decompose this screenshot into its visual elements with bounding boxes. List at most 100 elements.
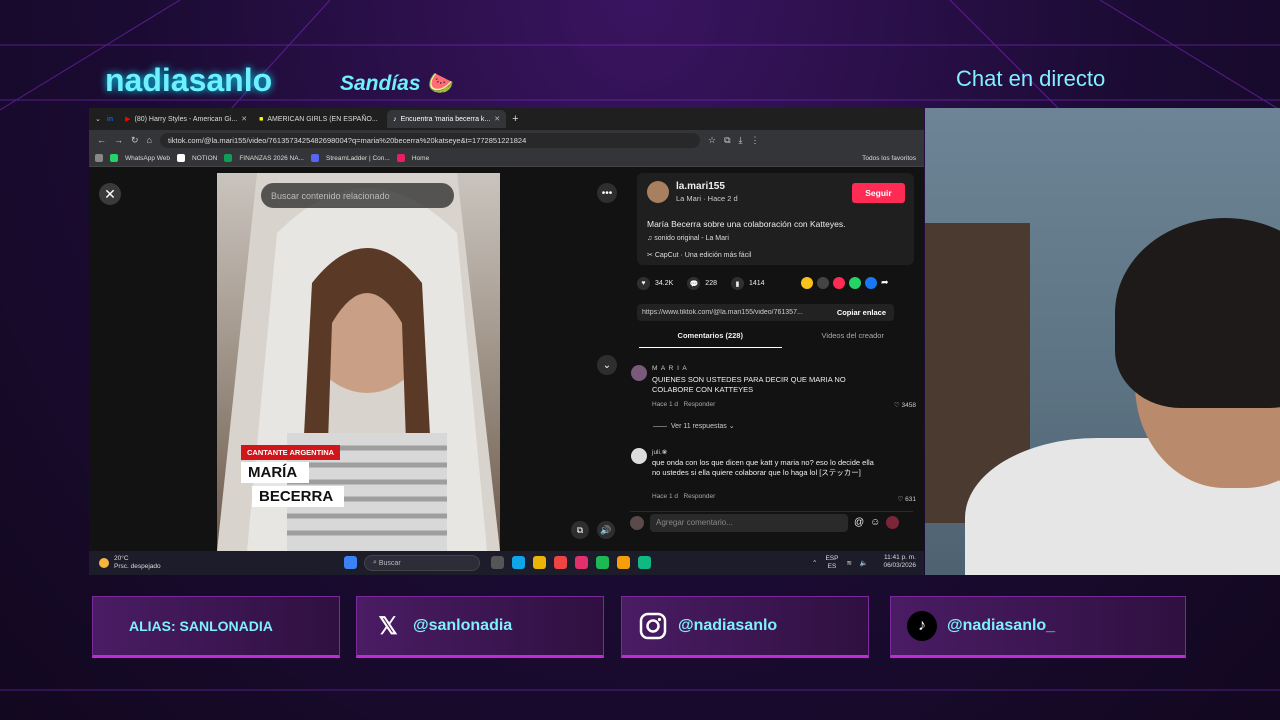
emoji-icon[interactable]: ☺ [870, 517, 880, 528]
whatsapp-icon [110, 154, 118, 162]
sound-link[interactable]: ♫ sonido original - La Mari [647, 235, 729, 242]
chevron-down-icon: ⌄ [728, 423, 735, 430]
reply-button[interactable]: Responder [683, 401, 715, 408]
download-icon[interactable]: ⤓ [739, 135, 743, 146]
chrome-profile-icon[interactable] [617, 556, 630, 569]
comment-text: que onda con los que dicen que katt y ma… [652, 458, 874, 477]
edge-icon[interactable] [512, 556, 525, 569]
bookmark-finanzas[interactable]: FINANZAS 2026 NA... [239, 155, 304, 162]
bookmark-notion[interactable]: NOTION [192, 155, 217, 162]
pinned-apps [491, 556, 651, 569]
comment-likes[interactable]: ♡ 3458 [894, 401, 916, 409]
close-video-button[interactable]: ✕ [99, 183, 121, 205]
send-comment-button[interactable] [886, 516, 900, 529]
post-card: la.mari155 La Mari · Hace 2 d Seguir Mar… [637, 173, 914, 265]
comment-item: juli.❀ que onda con los que dicen que ka… [631, 448, 916, 506]
comment-user[interactable]: juli.❀ [652, 448, 667, 456]
language-indicator[interactable]: ESP ES [825, 555, 838, 571]
comment-user[interactable]: M A R I A [652, 365, 688, 372]
repost-icon[interactable] [801, 277, 813, 289]
reply-button[interactable]: Responder [683, 493, 715, 500]
apps-icon[interactable] [95, 154, 103, 162]
tab-label: (80) Harry Styles - American Gi... [134, 115, 238, 123]
weather-widget[interactable]: 20°C Prsc. despejado [99, 555, 161, 571]
whatsapp-share-icon[interactable] [849, 277, 861, 289]
streamer-name: nadiasanlo [105, 62, 273, 98]
heart-outline-icon: ♡ [897, 496, 906, 503]
share-icons: ➦ [801, 277, 893, 289]
explorer-icon[interactable] [533, 556, 546, 569]
comment-likes[interactable]: ♡ 631 [898, 495, 917, 503]
avatar[interactable] [631, 448, 647, 464]
all-bookmarks[interactable]: Todos los favoritos [862, 155, 916, 162]
send-icon[interactable] [833, 277, 845, 289]
back-icon[interactable]: ← [97, 135, 106, 145]
clock[interactable]: 11:41 p. m. 06/03/2026 [883, 554, 916, 570]
related-search-input[interactable]: Buscar contenido relacionado [261, 183, 454, 208]
new-tab-icon[interactable]: + [512, 113, 518, 125]
volume-button[interactable]: 🔊 [597, 521, 615, 539]
save-button[interactable]: ▮ 1414 [730, 277, 765, 290]
tab-strip: ⌄ in ▶ (80) Harry Styles - American Gi...… [89, 108, 924, 130]
view-replies-button[interactable]: —— Ver 11 respuestas ⌄ [653, 422, 735, 430]
task-view-icon[interactable] [491, 556, 504, 569]
like-button[interactable]: ♥ 34.2K [637, 277, 673, 290]
x-icon: 𝕏 [378, 612, 398, 640]
tab-search-icon[interactable]: ⌄ [95, 115, 101, 123]
instagram-app-icon[interactable] [575, 556, 588, 569]
tiktok-handle: @nadiasanlo_ [947, 617, 1056, 634]
avatar[interactable] [631, 365, 647, 381]
close-tab-icon[interactable]: ✕ [494, 115, 500, 123]
menu-icon[interactable]: ⋮ [750, 135, 759, 146]
comment-meta: Hace 1 d Responder [652, 493, 715, 500]
share-link-row: https://www.tiktok.com/@la.mari155/video… [637, 304, 894, 321]
home-icon[interactable]: ⌂ [147, 135, 152, 145]
chrome-icon[interactable] [554, 556, 567, 569]
close-tab-icon[interactable]: ✕ [241, 115, 247, 123]
comment-text: QUIENES SON USTEDES PARA DECIR QUE MARIA… [652, 375, 846, 394]
tab-label: AMERICAN GIRLS (EN ESPAÑO... [267, 115, 378, 123]
tab-creator-videos[interactable]: Videos del creador [782, 328, 925, 348]
tab-tiktok[interactable]: ♪ Encuentra 'maria becerra k... ✕ [387, 110, 507, 128]
bookmark-star-icon[interactable]: ☆ [708, 135, 716, 146]
volume-icon[interactable]: 🔈 [860, 559, 868, 567]
spotify-icon[interactable] [596, 556, 609, 569]
avatar[interactable] [647, 181, 669, 203]
tab-harry-styles[interactable]: ▶ (80) Harry Styles - American Gi... ✕ [119, 110, 247, 128]
pip-button[interactable]: ⧉ [571, 521, 589, 539]
comment-meta: Hace 1 d Responder [652, 401, 715, 408]
facebook-icon[interactable] [865, 277, 877, 289]
share-arrow-icon[interactable]: ➦ [881, 277, 893, 289]
app-icon[interactable] [638, 556, 651, 569]
tray-chevron-icon[interactable]: ⌃ [812, 559, 817, 567]
instagram-icon [638, 611, 668, 641]
next-video-button[interactable]: ⌄ [597, 355, 617, 375]
forward-icon[interactable]: → [114, 135, 123, 145]
bookmark-home[interactable]: Home [412, 155, 429, 162]
start-icon[interactable] [344, 556, 357, 569]
taskbar-search[interactable]: ⌕ Buscar [364, 555, 480, 571]
webcam-feed [925, 108, 1280, 575]
tab-comments[interactable]: Comentarios (228) [639, 328, 782, 348]
bookmark-whatsapp[interactable]: WhatsApp Web [125, 155, 170, 162]
comment-button[interactable]: 💬 228 [687, 277, 717, 290]
embed-icon[interactable] [817, 277, 829, 289]
more-options-button[interactable]: ••• [597, 183, 617, 203]
mention-icon[interactable]: @ [854, 517, 864, 528]
capcut-link[interactable]: ✂ CapCut · Una edición más fácil [647, 251, 751, 259]
linkedin-icon[interactable]: in [107, 116, 113, 123]
bookmark-streamladder[interactable]: StreamLadder | Con... [326, 155, 390, 162]
comment-tabs: Comentarios (228) Videos del creador [627, 328, 924, 348]
comment-input[interactable]: Agregar comentario... [650, 513, 848, 532]
copy-link-button[interactable]: Copiar enlace [829, 308, 894, 317]
extensions-icon[interactable]: ⧉ [724, 135, 730, 146]
follow-button[interactable]: Seguir [852, 183, 905, 203]
share-link[interactable]: https://www.tiktok.com/@la.mari155/video… [637, 309, 829, 316]
username[interactable]: la.mari155 [676, 181, 725, 192]
tab-american-girls[interactable]: ■AMERICAN GIRLS (EN ESPAÑO...✕ [253, 110, 381, 128]
video-name-1: MARÍA [241, 462, 309, 483]
address-bar[interactable]: tiktok.com/@la.mari155/video/76135734254… [159, 132, 700, 148]
wifi-icon[interactable]: ≋ [846, 559, 851, 567]
reload-icon[interactable]: ↻ [131, 135, 139, 146]
windows-taskbar: 20°C Prsc. despejado ⌕ Buscar ⌃ ESP ES ≋ 🔈… [89, 551, 924, 575]
